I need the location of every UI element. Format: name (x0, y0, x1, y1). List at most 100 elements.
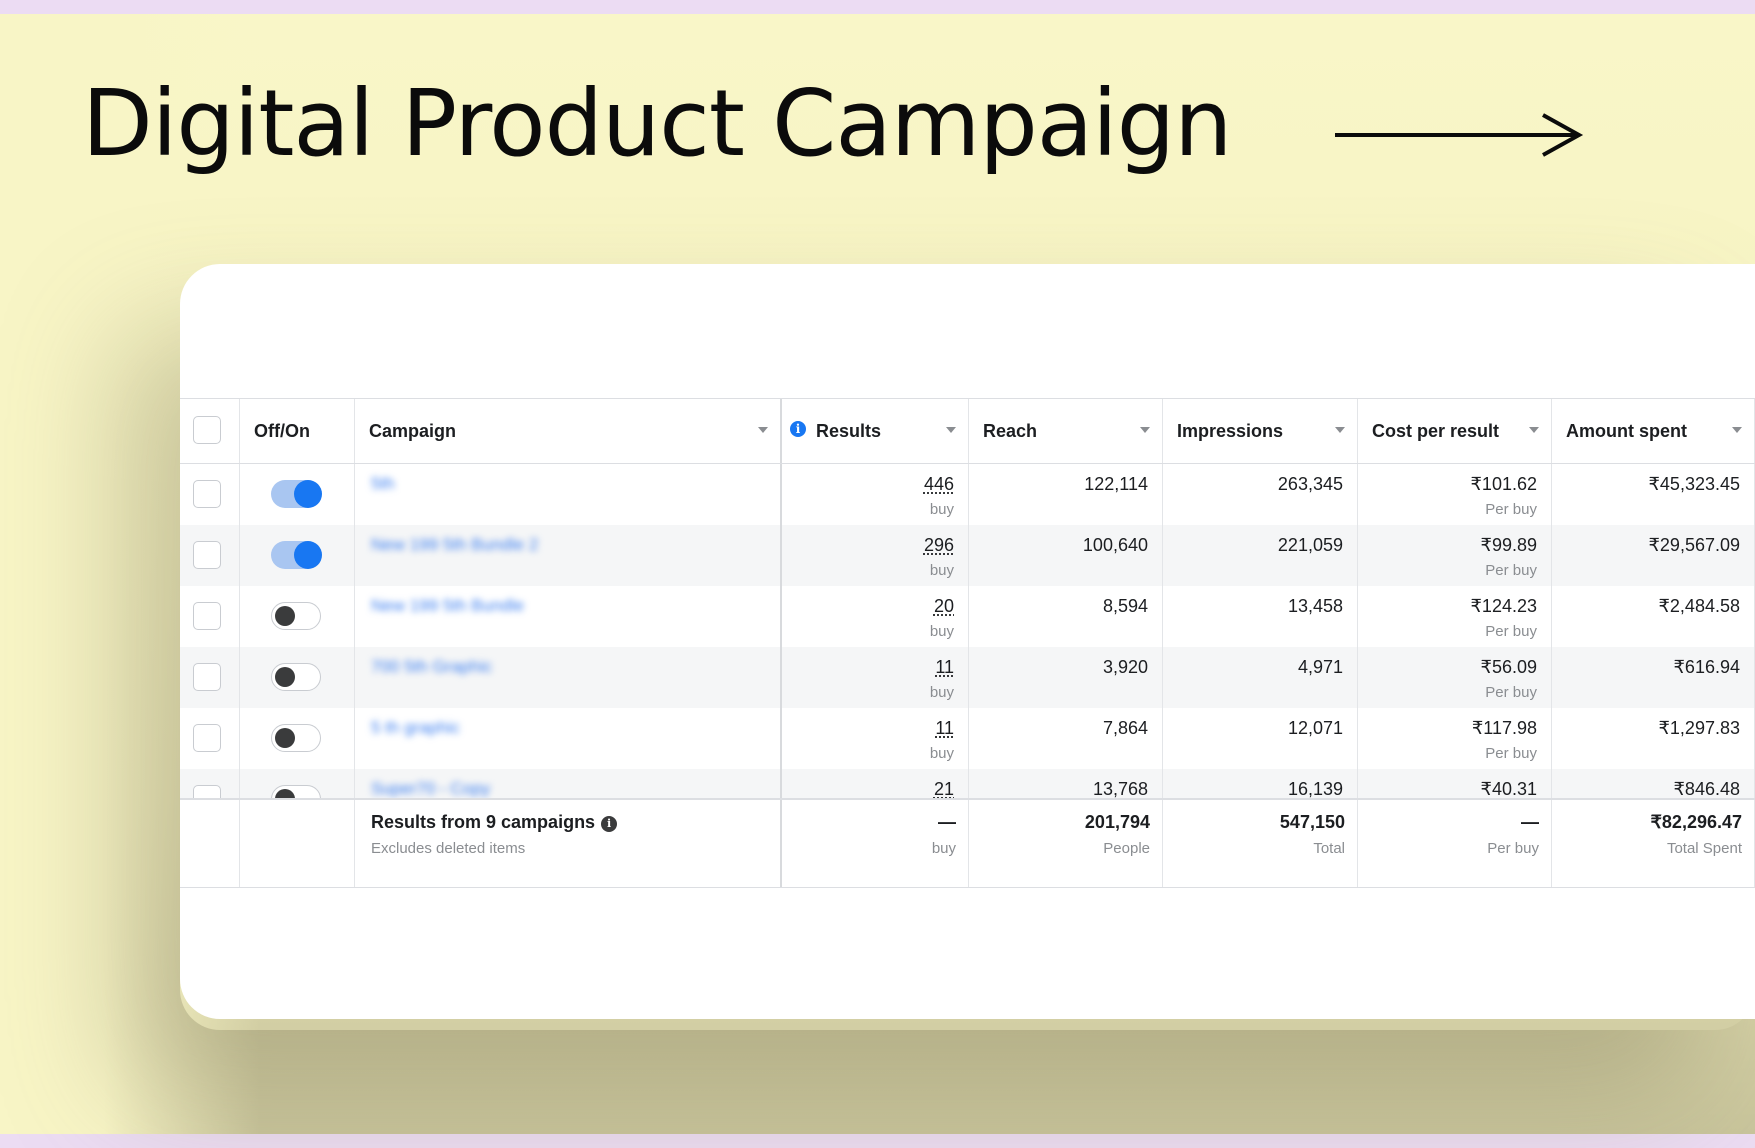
totals-cost-cell: — Per buy (1358, 800, 1552, 887)
campaign-toggle[interactable] (271, 663, 321, 691)
toggle-knob (275, 606, 295, 626)
header-cost-per-result[interactable]: Cost per result (1358, 399, 1552, 463)
results-unit: buy (929, 623, 954, 640)
totals-reach-cell: 201,794 People (969, 800, 1163, 887)
results-value[interactable]: 446 (924, 474, 954, 495)
row-results-cell: 11 buy (782, 647, 969, 708)
row-reach-cell: 13,768 (969, 769, 1163, 798)
table-body: 5th 446 buy 122,114 263,345 ₹101.62 Per buy ₹45… (180, 464, 1755, 798)
reach-value: 100,640 (1082, 535, 1148, 555)
sort-caret-icon[interactable] (1529, 427, 1539, 433)
row-reach-cell: 8,594 (969, 586, 1163, 647)
row-checkbox[interactable] (193, 480, 221, 508)
row-checkbox[interactable] (193, 541, 221, 569)
header-off-on-label: Off/On (254, 421, 310, 441)
campaign-toggle[interactable] (271, 724, 321, 752)
header-reach-label: Reach (983, 421, 1038, 441)
row-check-cell (180, 647, 240, 708)
campaign-name-link[interactable]: 700 5th Graphic (371, 657, 492, 677)
row-campaign-cell: 700 5th Graphic (355, 647, 782, 708)
campaign-toggle[interactable] (271, 602, 321, 630)
results-unit: buy (929, 501, 954, 518)
row-reach-cell: 122,114 (969, 464, 1163, 525)
header-off-on: Off/On (240, 399, 355, 463)
row-toggle-cell (240, 464, 355, 525)
results-value[interactable]: 11 (935, 718, 954, 739)
campaign-name-link[interactable]: 5th (371, 474, 395, 494)
results-value[interactable]: 21 (934, 779, 954, 798)
totals-results: — (938, 812, 956, 832)
row-checkbox[interactable] (193, 602, 221, 630)
header-reach[interactable]: Reach (969, 399, 1163, 463)
toggle-knob (275, 728, 295, 748)
row-reach-cell: 7,864 (969, 708, 1163, 769)
cost-unit: Per buy (1485, 745, 1537, 762)
results-unit: buy (929, 562, 954, 579)
row-cost-cell: ₹40.31Per buy (1358, 769, 1552, 798)
campaign-toggle[interactable] (271, 480, 322, 508)
row-impressions-cell: 12,071 (1163, 708, 1358, 769)
row-cost-cell: ₹117.98 Per buy (1358, 708, 1552, 769)
reach-value: 13,768 (1092, 779, 1148, 798)
row-spent-cell: ₹2,484.58 (1552, 586, 1755, 647)
header-campaign[interactable]: Campaign (355, 399, 782, 463)
sort-caret-icon[interactable] (758, 427, 768, 433)
row-check-cell (180, 769, 240, 798)
row-results-cell: 446 buy (782, 464, 969, 525)
results-value[interactable]: 296 (924, 535, 954, 556)
row-results-cell: 21buy (782, 769, 969, 798)
toggle-knob (294, 541, 322, 569)
row-toggle-cell (240, 647, 355, 708)
campaign-name-link[interactable]: Super70 - Copy (371, 779, 490, 798)
totals-impressions-cell: 547,150 Total (1163, 800, 1358, 887)
results-value[interactable]: 11 (935, 657, 954, 678)
totals-title: Results from 9 campaigns (371, 812, 596, 832)
row-impressions-cell: 13,458 (1163, 586, 1358, 647)
totals-campaign-cell: Results from 9 campaigns i Excludes delet… (355, 800, 782, 887)
header-cost-per-result-label: Cost per result (1372, 421, 1500, 441)
row-checkbox[interactable] (193, 724, 221, 752)
spent-value: ₹2,484.58 (1658, 596, 1740, 616)
spent-value: ₹45,323.45 (1648, 474, 1740, 494)
table-row: 5 th graphic 11 buy 7,864 12,071 ₹117.98 Per b… (180, 708, 1755, 769)
spent-value: ₹29,567.09 (1648, 535, 1740, 555)
totals-impressions-unit: Total (1313, 840, 1345, 857)
totals-toggle-cell (240, 800, 355, 887)
header-results[interactable]: i Results (782, 399, 969, 463)
row-checkbox[interactable] (193, 663, 221, 691)
campaign-name-link[interactable]: 5 th graphic (371, 718, 460, 738)
sort-caret-icon[interactable] (1140, 427, 1150, 433)
row-campaign-cell: New 199 5th Bundle (355, 586, 782, 647)
table-row: 700 5th Graphic 11 buy 3,920 4,971 ₹56.09 Per … (180, 647, 1755, 708)
sort-caret-icon[interactable] (1335, 427, 1345, 433)
cost-unit: Per buy (1485, 501, 1537, 518)
sort-caret-icon[interactable] (1732, 427, 1742, 433)
campaign-name-link[interactable]: New 199 5th Bundle (371, 596, 524, 616)
campaign-toggle[interactable] (271, 541, 322, 569)
cost-value: ₹99.89 (1480, 535, 1538, 555)
row-spent-cell: ₹846.48 (1552, 769, 1755, 798)
header-amount-spent[interactable]: Amount spent (1552, 399, 1755, 463)
spent-value: ₹1,297.83 (1658, 718, 1740, 738)
select-all-checkbox[interactable] (193, 416, 221, 444)
results-value[interactable]: 20 (934, 596, 954, 617)
row-spent-cell: ₹616.94 (1552, 647, 1755, 708)
impressions-value: 263,345 (1277, 474, 1343, 494)
row-checkbox[interactable] (193, 785, 221, 798)
row-impressions-cell: 221,059 (1163, 525, 1358, 586)
row-results-cell: 20 buy (782, 586, 969, 647)
row-toggle-cell (240, 708, 355, 769)
totals-row: Results from 9 campaigns i Excludes delet… (180, 798, 1755, 888)
totals-spent-unit: Total Spent (1666, 840, 1742, 857)
row-results-cell: 296 buy (782, 525, 969, 586)
sort-caret-icon[interactable] (946, 427, 956, 433)
results-unit: buy (929, 684, 954, 701)
info-icon[interactable]: i (790, 421, 806, 437)
campaign-toggle[interactable] (271, 785, 321, 798)
campaign-name-link[interactable]: New 199 5th Bundle 2 (371, 535, 538, 555)
spent-value: ₹846.48 (1673, 779, 1740, 798)
toggle-knob (275, 789, 295, 798)
impressions-value: 4,971 (1297, 657, 1343, 677)
info-icon[interactable]: i (601, 816, 618, 832)
header-impressions[interactable]: Impressions (1163, 399, 1358, 463)
